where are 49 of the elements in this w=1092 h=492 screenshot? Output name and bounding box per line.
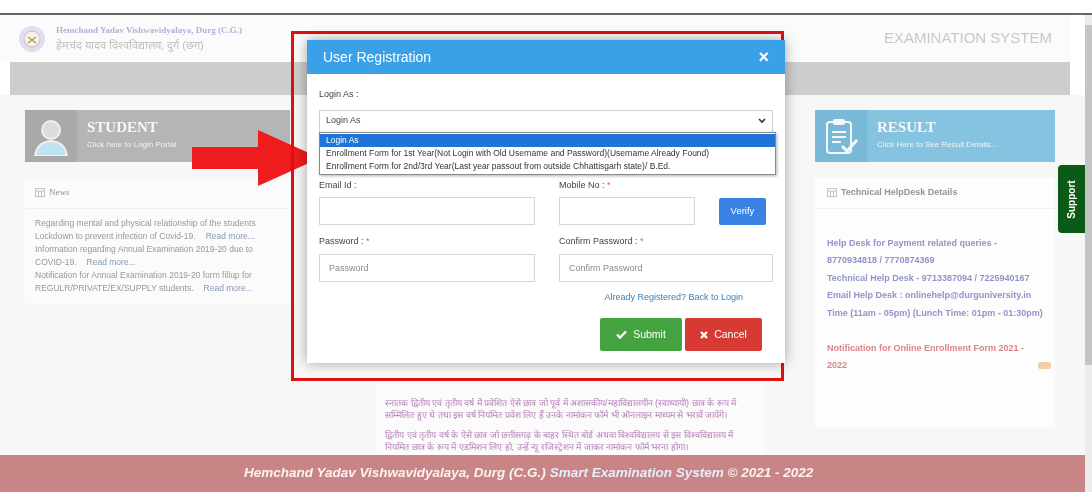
panel-title: Technical HelpDesk Details [841, 186, 958, 199]
university-name: Hemchand Yadav Vishwavidyalaya, Durg (C.G.) [56, 23, 242, 37]
news-text: Regarding mental and physical relationship of the students [35, 216, 256, 230]
university-logo [18, 24, 46, 53]
news-text: Information regarding Annual Examination 2019-20 due to [35, 242, 253, 256]
dropdown-option[interactable]: Enrollment Form for 1st Year(Not Login with Old Username and Password)(Username Already Found) [320, 147, 775, 160]
back-to-login-link[interactable]: Already Registered? Back to Login [604, 290, 743, 304]
dialog-title: User Registration [323, 47, 432, 67]
footer-text: Hemchand Yadav Vishwavidyalaya, Durg (C.G.) Smart Examination System © 2021 - 2022 [244, 464, 814, 483]
notice-text: स्नातक द्वितीय एवं तृतीय वर्ष में प्रवेशित ऐसे छात्र जो पूर्व में अशासकीय/महाविद्यालयीन (स्वाध्यायी) छात्र के रूप में सम्मिलित हुए थे तथा इस वर्ष नियमित प्रवेश लिए हैं उनके नामांकन फॉर्म भी ऑनलाइन माध्यम से भरावें जायेंगे। [385, 397, 738, 421]
notification-link[interactable]: Notification for Online Enrollment Form 2021 - 2022 [819, 340, 1031, 374]
news-text: Notification for Annual Examination 2019-20 form fillup for [35, 268, 252, 282]
support-tab[interactable]: Support [1058, 165, 1085, 233]
card-title: RESULT [877, 118, 937, 137]
helpdesk-text: Help Desk for Payment related queries - 8770934818 / 7770874369 [827, 236, 999, 267]
news-text: COVID-19. [35, 255, 77, 269]
close-icon [700, 330, 709, 339]
field-label: Login As : [319, 88, 360, 101]
calendar-icon [35, 188, 45, 198]
read-more-link[interactable]: Read more... [86, 255, 136, 269]
mobile-field[interactable] [559, 197, 695, 225]
confirm-password-field[interactable]: Confirm Password [559, 253, 773, 282]
field-label: Password : * [319, 235, 371, 248]
notice-text: द्वितीय एवं तृतीय वर्ष के ऐसे छात्र जो छत्तीसगढ़ के बाहर स्थित बोर्ड अथवा विश्वविद्यालय से इस विश्वविद्यालय में नियमित छात्र के रूप में एडमिशन लिए हो, उन्हें न्यू रजिस्ट्रेशन में जाकर नामांकन फॉर्म भरना होगा। [385, 429, 735, 453]
card-subtitle: Click Here to See Result Details... [877, 138, 998, 151]
chevron-down-icon [758, 118, 766, 124]
close-button[interactable]: × [758, 48, 769, 66]
helpdesk-text: Technical Help Desk - 9713387094 / 7225940167 [827, 271, 1031, 285]
field-label: Email Id : [319, 178, 358, 192]
card-title: STUDENT [87, 118, 159, 137]
new-badge-icon [1038, 362, 1051, 369]
dropdown-option[interactable]: Login As [320, 134, 775, 147]
calendar-icon [827, 188, 837, 198]
helpdesk-text: Email Help Desk : onlinehelp@durguniversity.in Time (11am - 05pm) (Lunch Time: 01pm - 01:30pm) [827, 289, 1043, 320]
email-field[interactable] [319, 197, 535, 225]
field-label: Mobile No : * [559, 178, 612, 192]
verify-button[interactable]: Verify [719, 197, 766, 225]
news-text: REGULR/PRIVATE/EX/SUPPLY students. [35, 281, 194, 295]
check-icon [616, 330, 628, 339]
field-label: Confirm Password : * [559, 235, 645, 248]
password-field[interactable]: Password [319, 253, 535, 282]
cancel-button[interactable]: Cancel [685, 318, 762, 351]
read-more-link[interactable]: Read more... [205, 229, 255, 243]
read-more-link[interactable]: Read more... [203, 281, 253, 295]
submit-button[interactable]: Submit [600, 318, 682, 351]
university-name-hindi: हेमचंद यादव विश्वविद्यालय, दुर्ग (छग) [56, 38, 205, 54]
news-text: Lockdown to prevent infection of Covid-19. [35, 229, 196, 243]
dropdown-option[interactable]: Enrollment Form for 2nd/3rd Year(Last year passout from outside Chhattisgarh state)/ B.Ed. [320, 160, 775, 173]
panel-title: News [49, 186, 70, 199]
